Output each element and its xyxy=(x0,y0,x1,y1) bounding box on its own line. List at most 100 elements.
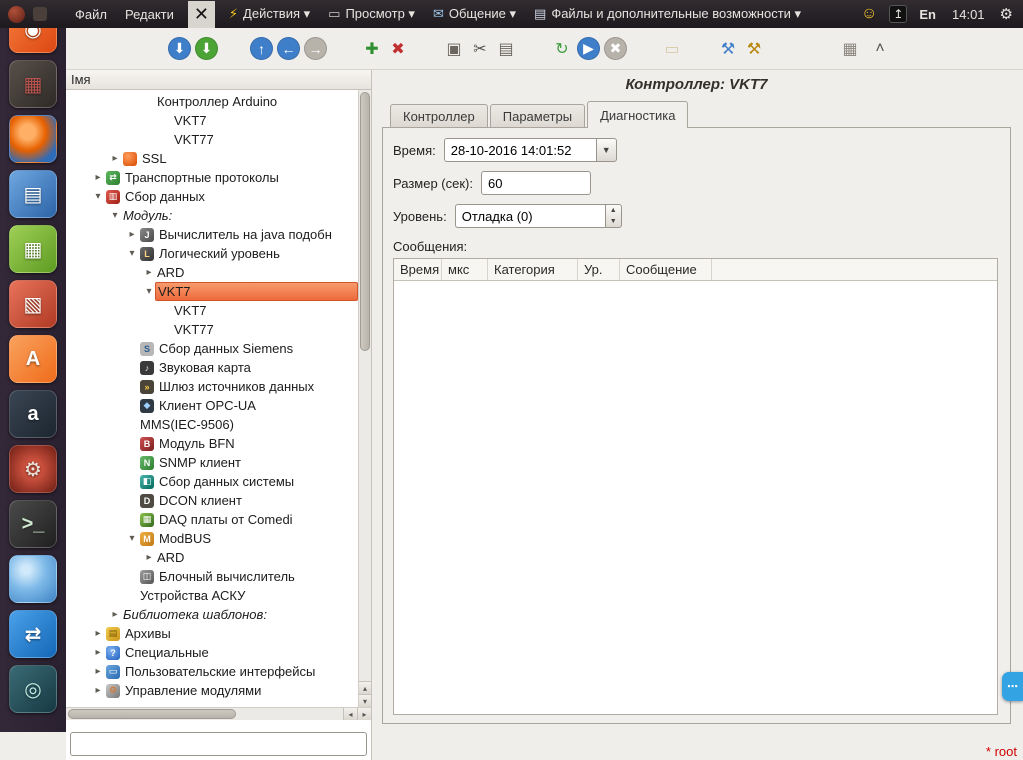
paste-item-button[interactable]: ▤ xyxy=(493,36,519,62)
launcher-item-files-dark[interactable]: ▦ xyxy=(9,60,57,108)
tab-0[interactable]: Контроллер xyxy=(390,104,488,127)
close-icon[interactable]: ✕ xyxy=(188,1,215,28)
scroll-down-icon[interactable]: ▾ xyxy=(359,694,371,707)
smiley-indicator-icon[interactable]: ☺ xyxy=(854,5,884,23)
tree-collapsed-icon[interactable]: ▸ xyxy=(92,647,104,658)
tree-item[interactable]: ▾▥Сбор данных xyxy=(66,187,358,206)
tree-item[interactable]: VKT77 xyxy=(66,130,358,149)
stop-button[interactable]: ✖ xyxy=(604,37,627,60)
size-input[interactable] xyxy=(481,171,591,195)
tab-1[interactable]: Параметры xyxy=(490,104,585,127)
panel-splitter[interactable] xyxy=(372,70,379,760)
launcher-item-update-gears[interactable]: ⚙ xyxy=(9,445,57,493)
launcher-item-firefox[interactable] xyxy=(9,115,57,163)
grid-button[interactable]: ▦ xyxy=(837,36,863,62)
tree-item[interactable]: ▸Библиотека шаблонов: xyxy=(66,605,358,624)
column-header-0[interactable]: Время xyxy=(394,259,442,280)
scroll-up-icon[interactable]: ▴ xyxy=(359,681,371,694)
layout-indicator[interactable]: En xyxy=(912,7,943,22)
tree-item[interactable]: ▾Модуль: xyxy=(66,206,358,225)
spin-up-icon[interactable]: ▲ xyxy=(606,205,621,216)
tree-header[interactable]: Імя xyxy=(66,70,371,90)
launcher-item-impress[interactable]: ▧ xyxy=(9,280,57,328)
tree-item[interactable]: BМодуль BFN xyxy=(66,434,358,453)
session-gear-icon[interactable]: ⚙ xyxy=(994,5,1023,23)
tree-item[interactable]: ▸▤Архивы xyxy=(66,624,358,643)
menu-item-0[interactable]: Файл xyxy=(66,0,116,28)
back-button[interactable]: ← xyxy=(277,37,300,60)
tree-item[interactable]: SСбор данных Siemens xyxy=(66,339,358,358)
tree-item[interactable]: ▸SSL xyxy=(66,149,358,168)
forward-button[interactable]: → xyxy=(304,37,327,60)
tree-item[interactable]: ▸?Специальные xyxy=(66,643,358,662)
tree-expanded-icon[interactable]: ▾ xyxy=(143,286,155,297)
tree-item[interactable]: VKT7 xyxy=(66,301,358,320)
tree-horizontal-scrollbar-thumb[interactable] xyxy=(68,709,236,719)
cut-item-button[interactable]: ✂ xyxy=(467,36,493,62)
tree-vertical-scrollbar[interactable]: ▴ ▾ xyxy=(358,90,371,707)
tree-horizontal-scrollbar[interactable]: ◂ ▸ xyxy=(66,707,371,720)
menu-item-1[interactable]: Редакти xyxy=(116,0,183,28)
tree-expanded-icon[interactable]: ▾ xyxy=(92,191,104,202)
indicator-chat[interactable]: ✉Общение ▾ xyxy=(424,0,525,28)
tree-expanded-icon[interactable]: ▾ xyxy=(126,533,138,544)
save-button[interactable]: ⬇ xyxy=(195,37,218,60)
launcher-item-writer[interactable]: ▤ xyxy=(9,170,57,218)
tree-search-input[interactable] xyxy=(70,732,367,756)
tree-collapsed-icon[interactable]: ▸ xyxy=(109,609,121,620)
time-dropdown-icon[interactable]: ▼ xyxy=(596,138,617,162)
launcher-item-amazon[interactable]: a xyxy=(9,390,57,438)
tree-item[interactable]: ▦DAQ платы от Comedi xyxy=(66,510,358,529)
tree-collapsed-icon[interactable]: ▸ xyxy=(126,229,138,240)
tree-item[interactable]: NSNMP клиент xyxy=(66,453,358,472)
tree-item[interactable]: ▾LЛогический уровень xyxy=(66,244,358,263)
messages-table-body[interactable] xyxy=(394,281,997,714)
column-header-1[interactable]: мкс xyxy=(442,259,488,280)
tree-collapsed-icon[interactable]: ▸ xyxy=(109,153,121,164)
panel-menu-icon[interactable] xyxy=(33,7,47,21)
tree-item[interactable]: VKT7 xyxy=(66,111,358,130)
tree-item[interactable]: DDCON клиент xyxy=(66,491,358,510)
spin-down-icon[interactable]: ▼ xyxy=(606,216,621,227)
dev-tool2-button[interactable]: ⚒ xyxy=(741,36,767,62)
tree-collapsed-icon[interactable]: ▸ xyxy=(92,172,104,183)
tree-item[interactable]: ▸▭Пользовательские интерфейсы xyxy=(66,662,358,681)
tree-item[interactable]: Устройства АСКУ xyxy=(66,586,358,605)
tree-expanded-icon[interactable]: ▾ xyxy=(109,210,121,221)
dev-tool1-button[interactable]: ⚒ xyxy=(715,36,741,62)
tree-item[interactable]: ▸JВычислитель на java подобн xyxy=(66,225,358,244)
delete-item-button[interactable]: ✖ xyxy=(385,36,411,62)
collapse-toolbar-button[interactable]: ˄ xyxy=(867,36,893,62)
time-input[interactable] xyxy=(444,138,596,162)
tree-collapsed-icon[interactable]: ▸ xyxy=(92,685,104,696)
up-button[interactable]: ↑ xyxy=(250,37,273,60)
tree-item[interactable]: »Шлюз источников данных xyxy=(66,377,358,396)
refresh-button[interactable]: ↻ xyxy=(549,36,575,62)
copy-item-button[interactable]: ▣ xyxy=(441,36,467,62)
clock[interactable]: 14:01 xyxy=(943,7,994,22)
tree-collapsed-icon[interactable]: ▸ xyxy=(92,628,104,639)
launcher-item-software-center[interactable]: A xyxy=(9,335,57,383)
tree-collapsed-icon[interactable]: ▸ xyxy=(92,666,104,677)
load-button[interactable]: ⬇ xyxy=(168,37,191,60)
tree-collapsed-icon[interactable]: ▸ xyxy=(143,267,155,278)
tree-item[interactable]: ▸ARD xyxy=(66,548,358,567)
tree-item[interactable]: ♪Звуковая карта xyxy=(66,358,358,377)
clear-button[interactable]: ▭ xyxy=(659,36,685,62)
launcher-item-calc[interactable]: ▦ xyxy=(9,225,57,273)
add-item-button[interactable]: ✚ xyxy=(359,36,385,62)
tree-expanded-icon[interactable]: ▾ xyxy=(126,248,138,259)
indicator-view[interactable]: ▭Просмотр ▾ xyxy=(319,0,424,28)
tree-item[interactable]: ◧Сбор данных системы xyxy=(66,472,358,491)
column-header-4[interactable]: Сообщение xyxy=(620,259,712,280)
launcher-item-bottom-partial[interactable]: ◎ xyxy=(9,665,57,713)
tree-collapsed-icon[interactable]: ▸ xyxy=(143,552,155,563)
scroll-right-icon[interactable]: ▸ xyxy=(357,708,371,720)
tab-2[interactable]: Диагностика xyxy=(587,101,688,127)
tree-item[interactable]: ▸⚙Управление модулями xyxy=(66,681,358,700)
tree-item[interactable]: ▾VKT7 xyxy=(66,282,358,301)
launcher-item-chromium[interactable] xyxy=(9,555,57,603)
tree-item[interactable]: ◆Клиент OPC-UA xyxy=(66,396,358,415)
tree-item[interactable]: ▾MModBUS xyxy=(66,529,358,548)
tree-item[interactable]: ▸⇄Транспортные протоколы xyxy=(66,168,358,187)
